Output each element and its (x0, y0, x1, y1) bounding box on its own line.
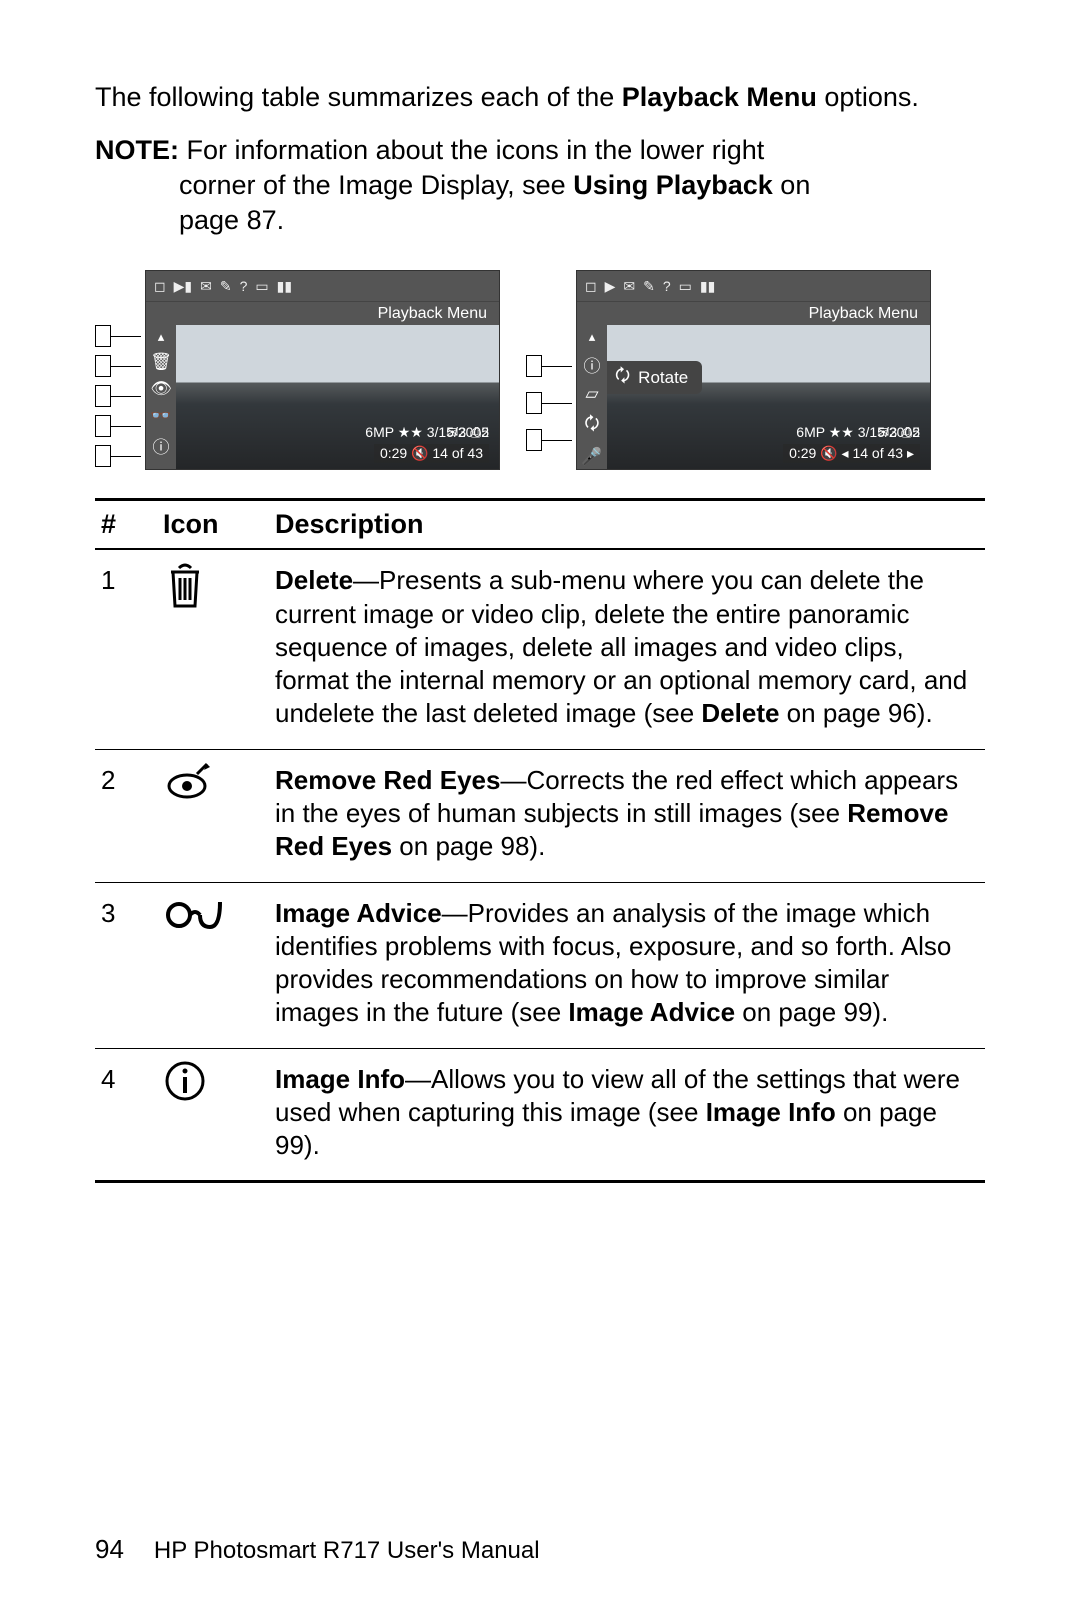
trash-icon: 🗑 (150, 352, 172, 372)
battery-icon: ▮▮ (277, 278, 292, 295)
setup-icon: ✎ (220, 278, 232, 295)
camera-icon: ◻ (585, 278, 597, 295)
row-desc: Image Advice—Provides an analysis of the… (269, 882, 985, 1048)
play-icon: ▶ (605, 278, 616, 295)
note-line2-post: on (773, 170, 811, 200)
play-icon: ▶▮ (174, 278, 192, 295)
intro-paragraph: The following table summarizes each of t… (95, 80, 985, 115)
note-label: NOTE: (95, 135, 179, 165)
battery-icon: ▮▮ (700, 278, 715, 295)
help-icon: ? (663, 278, 671, 294)
overlay-bottom: 0:29 🔇 ◂ 14 of 43 ▸ (783, 444, 920, 463)
overlay-bottom: 0:29 🔇 14 of 43 (374, 444, 489, 463)
sd-icon: ▭ (255, 278, 268, 295)
row-desc: Image Info—Allows you to view all of the… (269, 1048, 985, 1182)
lcd-title: Playback Menu (577, 302, 930, 326)
row-num: 2 (95, 749, 157, 882)
intro-bold: Playback Menu (622, 82, 817, 112)
panorama-icon: ▱ (585, 384, 598, 404)
header-num: # (95, 500, 157, 550)
trash-icon (157, 549, 269, 749)
header-icon: Icon (157, 500, 269, 550)
row-num: 1 (95, 549, 157, 749)
note-line3: page 87. (179, 203, 985, 238)
mail-icon: ✉ (200, 278, 212, 295)
mic-icon: 🎤 (581, 447, 602, 467)
intro-pre: The following table summarizes each of t… (95, 82, 622, 112)
camera-icon: ◻ (154, 278, 166, 295)
note-paragraph: NOTE: For information about the icons in… (95, 133, 985, 238)
lcd-screenshot-2: ◻ ▶ ✉ ✎ ? ▭ ▮▮ Playback Menu ▴ ⓘ ▱ 🗘 (576, 270, 931, 470)
row-num: 3 (95, 882, 157, 1048)
options-table: # Icon Description 1 (95, 498, 985, 1183)
setup-icon: ✎ (643, 278, 655, 295)
row-desc: Remove Red Eyes—Corrects the red effect … (269, 749, 985, 882)
info-icon (157, 1048, 269, 1182)
glasses-icon (157, 882, 269, 1048)
info-icon: ⓘ (584, 352, 601, 377)
table-row: 1 Delete—Presents a sub-menu where you c… (95, 549, 985, 749)
table-row: 3 Image Advice—Provides an analysis of t… (95, 882, 985, 1048)
rotate-icon: 🗘 (584, 411, 599, 440)
sd-icon: ▭ (679, 278, 692, 295)
overlay-mid: 6MP ★★ 3/15/2005 (796, 424, 920, 441)
rotate-label: Rotate (638, 368, 688, 388)
info-icon: ⓘ (153, 433, 170, 458)
redeye-icon: 👁 (150, 379, 172, 399)
lcd-screenshot-1: ◻ ▶▮ ✉ ✎ ? ▭ ▮▮ Playback Menu ▴ 🗑 👁 (145, 270, 500, 470)
note-line1: For information about the icons in the l… (187, 135, 765, 165)
callouts-left (95, 270, 141, 467)
table-row: 4 Image Info—Allows you to view all of t… (95, 1048, 985, 1182)
glasses-icon: 👓 (150, 406, 171, 426)
header-desc: Description (269, 500, 985, 550)
rotate-highlight: 🗘 Rotate (607, 361, 702, 394)
panorama-icon: ▱ (154, 465, 167, 470)
page-number: 94 (95, 1534, 124, 1565)
note-line2-pre: corner of the Image Display, see (179, 170, 573, 200)
mail-icon: ✉ (623, 278, 635, 295)
page-footer: 94 HP Photosmart R717 User's Manual (95, 1484, 985, 1565)
redeye-icon (157, 749, 269, 882)
screenshot-row: ◻ ▶▮ ✉ ✎ ? ▭ ▮▮ Playback Menu ▴ 🗑 👁 (95, 270, 985, 470)
table-row: 2 Remove Red Eyes—Corrects the red effec… (95, 749, 985, 882)
row-desc: Delete—Presents a sub-menu where you can… (269, 549, 985, 749)
row-num: 4 (95, 1048, 157, 1182)
lcd-title: Playback Menu (146, 302, 499, 326)
note-line2-bold: Using Playback (573, 170, 773, 200)
callouts-right (526, 270, 572, 451)
intro-post: options. (817, 82, 919, 112)
footer-title: HP Photosmart R717 User's Manual (154, 1537, 540, 1565)
manual-page: The following table summarizes each of t… (0, 0, 1080, 1620)
overlay-mid: 6MP ★★ 3/15/2005 (365, 424, 489, 441)
help-icon: ? (240, 278, 248, 294)
rotate-icon: 🗘 (615, 363, 630, 392)
